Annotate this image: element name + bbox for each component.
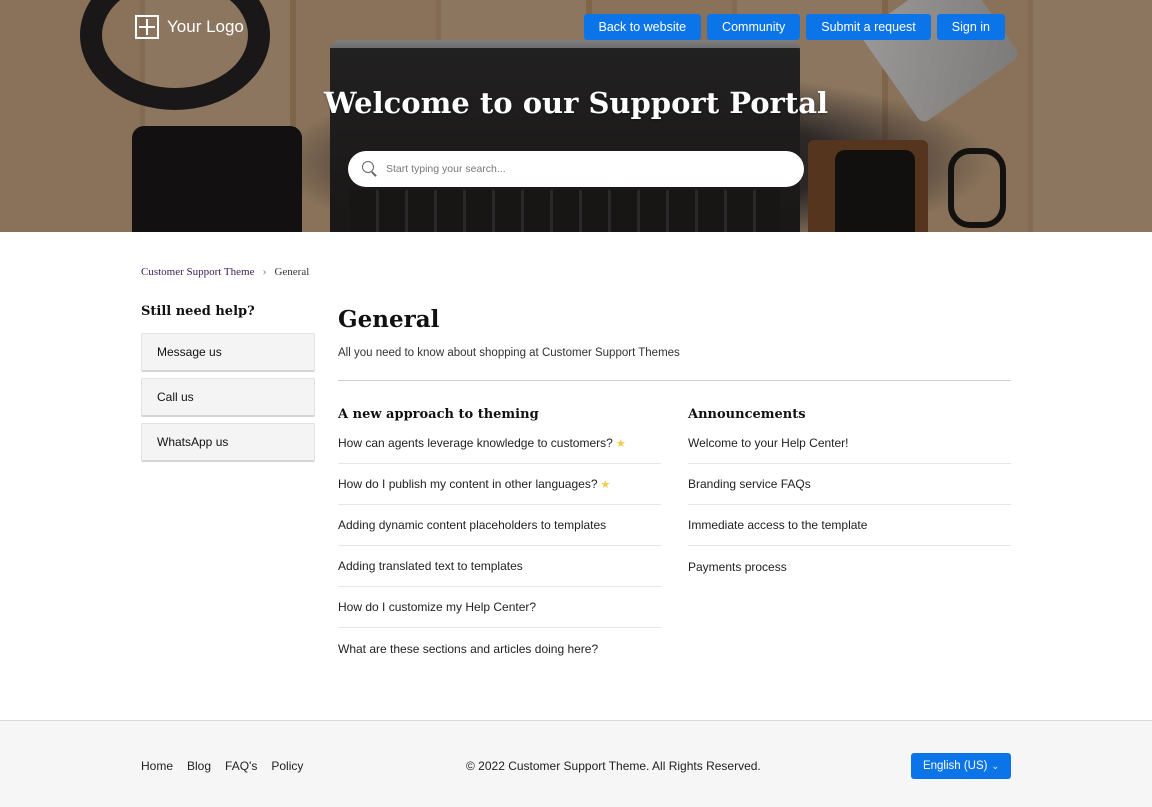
article-link[interactable]: Adding translated text to templates <box>338 546 661 587</box>
message-us-button[interactable]: Message us <box>141 333 315 372</box>
breadcrumb-current: General <box>274 265 310 278</box>
article-title: Welcome to your Help Center! <box>688 436 849 450</box>
top-nav: Back to website Community Submit a reque… <box>583 14 1005 40</box>
article-link[interactable]: Adding dynamic content placeholders to t… <box>338 505 661 546</box>
star-icon: ★ <box>600 478 611 491</box>
article-title: How can agents leverage knowledge to cus… <box>338 436 613 450</box>
language-label: English (US) <box>922 760 988 772</box>
language-select[interactable]: English (US) ⌄ <box>911 753 1011 779</box>
search-input[interactable] <box>386 154 804 184</box>
article-title: Payments process <box>688 559 787 574</box>
breadcrumb: Customer Support Theme › General <box>141 264 309 279</box>
article-link[interactable]: How do I publish my content in other lan… <box>338 464 661 505</box>
article-title: What are these sections and articles doi… <box>338 641 599 656</box>
footer-link-policy[interactable]: Policy <box>271 759 303 773</box>
logo-icon <box>135 15 159 39</box>
section-title[interactable]: A new approach to theming <box>338 407 661 422</box>
copyright-text: © 2022 Customer Support Theme. All Right… <box>466 759 761 773</box>
article-title: Immediate access to the template <box>688 518 868 532</box>
sidebar-heading: Still need help? <box>141 304 255 319</box>
page-title: General <box>338 306 440 333</box>
section-theming: A new approach to theming How can agents… <box>338 407 661 669</box>
footer-link-blog[interactable]: Blog <box>187 759 211 773</box>
article-title: How do I publish my content in other lan… <box>338 477 598 491</box>
community-button[interactable]: Community <box>707 14 801 40</box>
article-link[interactable]: How do I customize my Help Center? <box>338 587 661 628</box>
section-announcements: Announcements Welcome to your Help Cente… <box>688 407 1011 587</box>
footer-link-home[interactable]: Home <box>141 759 173 773</box>
article-link[interactable]: Welcome to your Help Center! <box>688 423 1011 464</box>
footer: Home Blog FAQ's Policy © 2022 Customer S… <box>0 720 1152 807</box>
article-title: How do I customize my Help Center? <box>338 600 537 614</box>
search-icon <box>362 161 378 177</box>
article-title: Adding dynamic content placeholders to t… <box>338 518 607 532</box>
logo-text: Your Logo <box>167 17 244 36</box>
article-title: Adding translated text to templates <box>338 559 523 573</box>
search-bar[interactable] <box>348 151 804 187</box>
article-link[interactable]: What are these sections and articles doi… <box>338 628 661 669</box>
logo[interactable]: Your Logo <box>135 15 244 39</box>
article-link[interactable]: Immediate access to the template <box>688 505 1011 546</box>
article-link[interactable]: Branding service FAQs <box>688 464 1011 505</box>
chevron-right-icon: › <box>262 264 267 278</box>
category-header: General All you need to know about shopp… <box>338 306 1011 381</box>
chevron-down-icon: ⌄ <box>991 760 1000 771</box>
breadcrumb-link-home[interactable]: Customer Support Theme <box>141 266 254 278</box>
section-title[interactable]: Announcements <box>688 407 1011 422</box>
article-title: Branding service FAQs <box>688 477 811 491</box>
back-to-website-button[interactable]: Back to website <box>583 14 702 40</box>
footer-link-faqs[interactable]: FAQ's <box>225 759 257 773</box>
hero-title: Welcome to our Support Portal <box>323 86 829 120</box>
submit-request-button[interactable]: Submit a request <box>806 14 931 40</box>
footer-links: Home Blog FAQ's Policy <box>141 759 303 773</box>
call-us-button[interactable]: Call us <box>141 378 315 417</box>
whatsapp-us-button[interactable]: WhatsApp us <box>141 423 315 462</box>
article-link[interactable]: Payments process <box>688 546 1011 587</box>
article-link[interactable]: How can agents leverage knowledge to cus… <box>338 423 661 464</box>
divider <box>338 380 1011 381</box>
sign-in-button[interactable]: Sign in <box>936 14 1005 40</box>
page-description: All you need to know about shopping at C… <box>338 347 680 359</box>
star-icon: ★ <box>615 437 626 450</box>
sidebar: Still need help? Message us Call us What… <box>141 304 315 468</box>
